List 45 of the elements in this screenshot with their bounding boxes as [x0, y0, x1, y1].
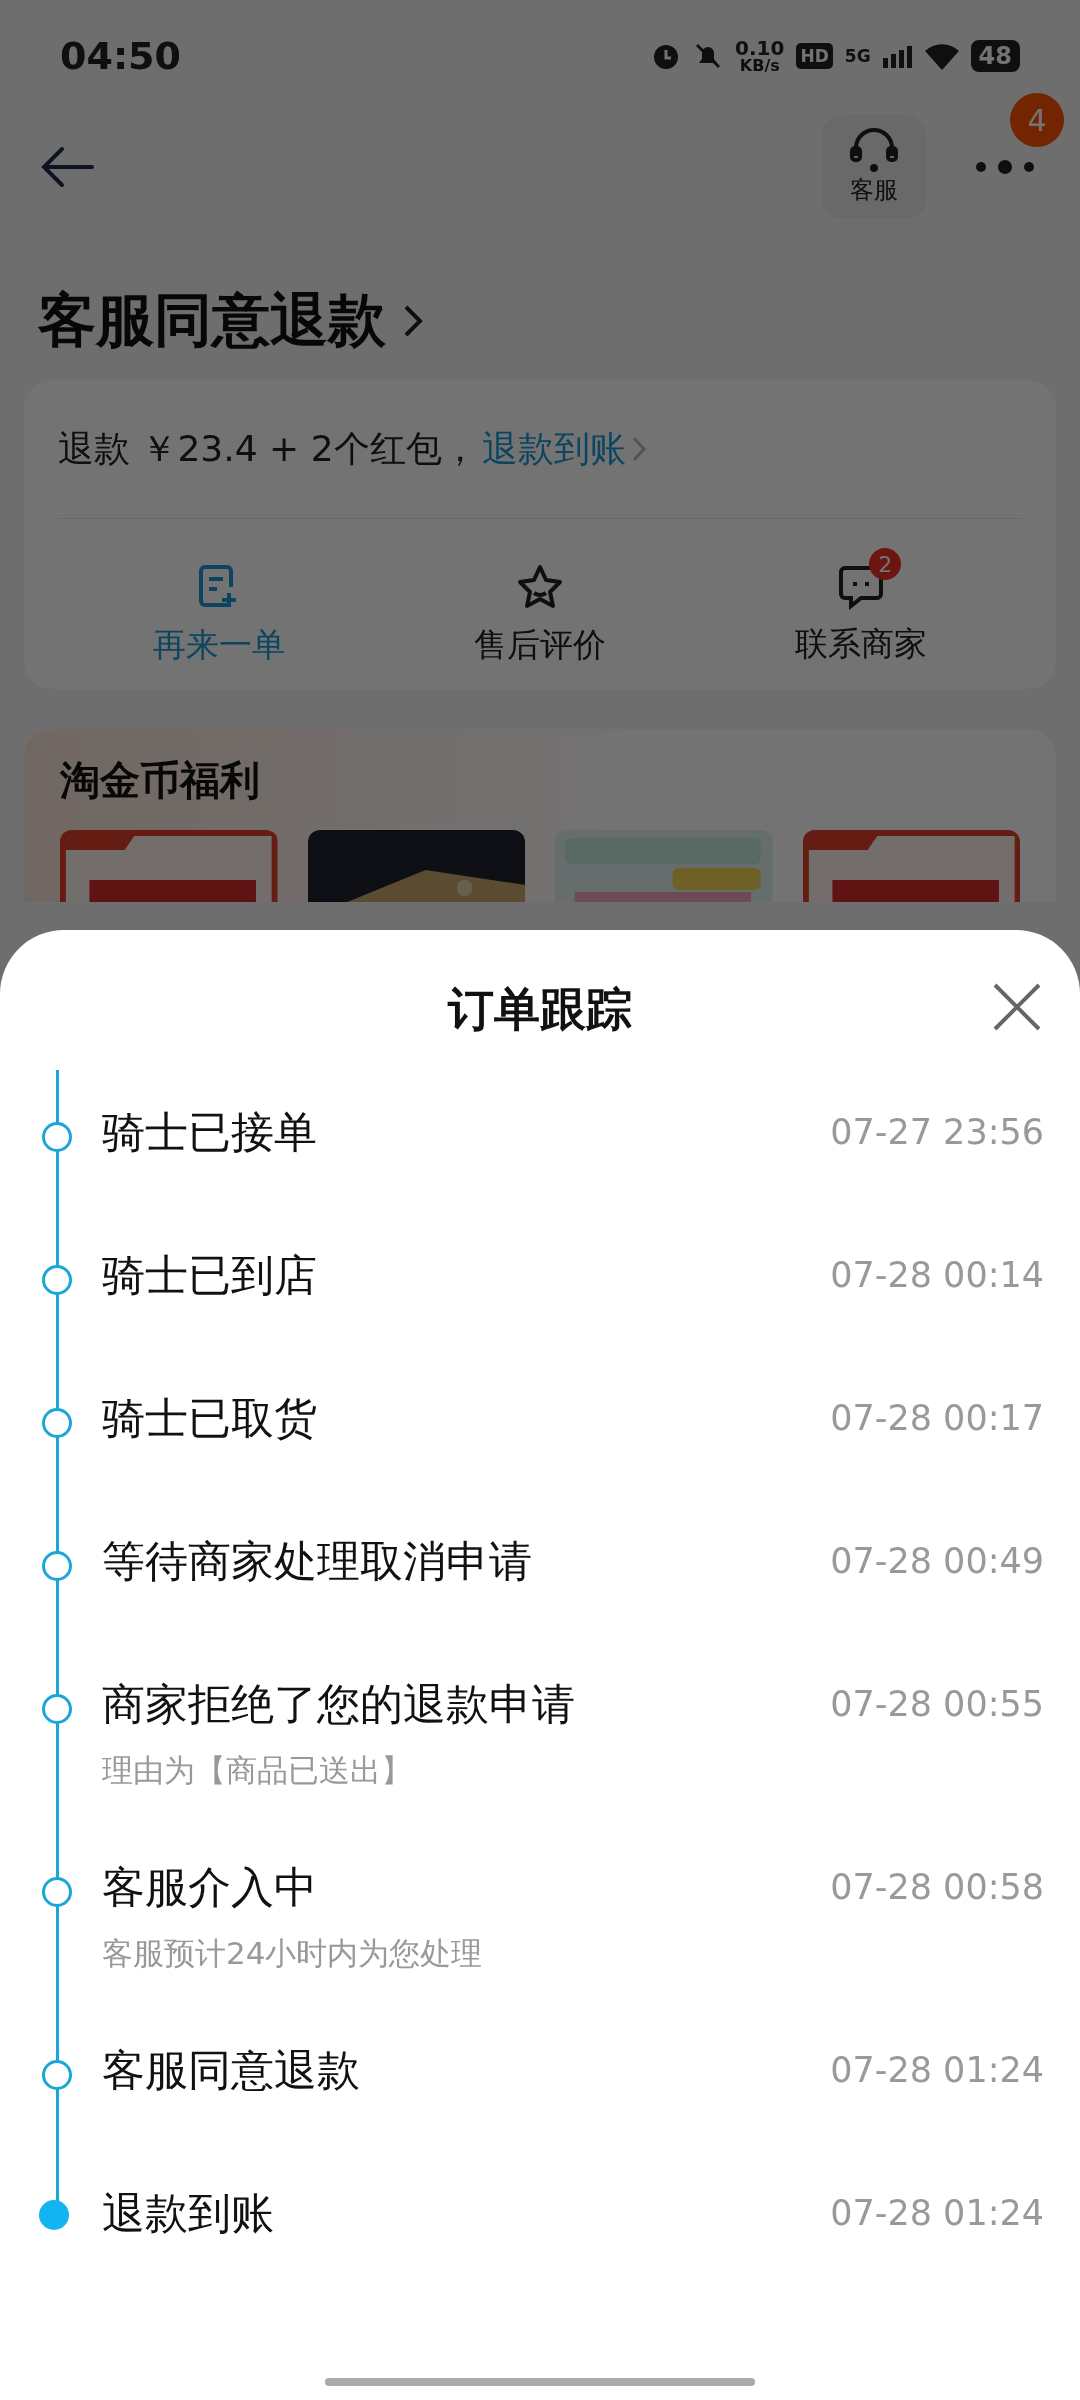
- event-title: 骑士已取货: [102, 1392, 318, 1445]
- event-note: 客服预计24小时内为您处理: [102, 1934, 484, 1973]
- event-title: 骑士已到店: [102, 1249, 318, 1302]
- unread-badge: 2: [869, 548, 902, 580]
- refund-status-title: 客服同意退款: [38, 285, 386, 356]
- event-time: 07-28 00:17: [830, 1397, 1044, 1440]
- battery-level: 48: [970, 40, 1020, 72]
- network-speed-unit: KB/s: [739, 58, 780, 74]
- chevron-right-icon: [631, 436, 646, 462]
- refund-received-link[interactable]: 退款到账: [481, 424, 646, 474]
- event-time: 07-28 00:58: [830, 1866, 1044, 1909]
- customer-service-button[interactable]: 客服: [822, 115, 926, 219]
- event-note: 理由为【商品已送出】: [102, 1751, 413, 1790]
- hd-indicator: HD: [796, 43, 833, 69]
- event-title: 骑士已接单: [102, 1106, 318, 1159]
- event-time: 07-28 00:14: [830, 1254, 1044, 1297]
- event-title: 客服介入中: [102, 1861, 318, 1914]
- close-icon: [992, 982, 1042, 1032]
- section-title: 淘金币福利: [60, 756, 261, 805]
- chevron-right-icon[interactable]: [402, 303, 424, 339]
- event-time: 07-28 01:24: [830, 2049, 1044, 2092]
- event-title: 等待商家处理取消申请: [102, 1535, 533, 1588]
- event-title: 客服同意退款: [102, 2044, 361, 2097]
- order-action-button[interactable]: 2 联系商家: [700, 540, 1022, 668]
- event-title: 退款到账: [102, 2187, 275, 2240]
- event-title: 商家拒绝了您的退款申请: [102, 1678, 576, 1731]
- more-dots-icon: [975, 159, 1035, 175]
- event-time: 07-27 23:56: [830, 1111, 1044, 1154]
- network-speed: 0.10: [735, 38, 785, 58]
- order-action-button[interactable]: 再来一单: [58, 539, 380, 669]
- event-time: 07-28 00:55: [830, 1683, 1044, 1726]
- star-icon: [516, 563, 564, 611]
- close-button[interactable]: [992, 982, 1042, 1032]
- status-time: 04:50: [60, 34, 181, 78]
- back-arrow-icon[interactable]: [40, 145, 94, 189]
- order-action-button[interactable]: 售后评价: [379, 539, 701, 669]
- event-time: 07-28 00:49: [830, 1540, 1044, 1583]
- refund-amount-text: 退款 ￥23.4 + 2个红包，: [58, 426, 478, 471]
- wifi-icon: [924, 42, 959, 70]
- notification-badge: 4: [1010, 93, 1064, 147]
- headset-icon: [848, 128, 900, 172]
- network-type: 5G: [844, 46, 871, 66]
- sheet-title: 订单跟踪: [448, 981, 632, 1038]
- signal-icon: [882, 44, 913, 68]
- event-time: 07-28 01:24: [830, 2192, 1044, 2235]
